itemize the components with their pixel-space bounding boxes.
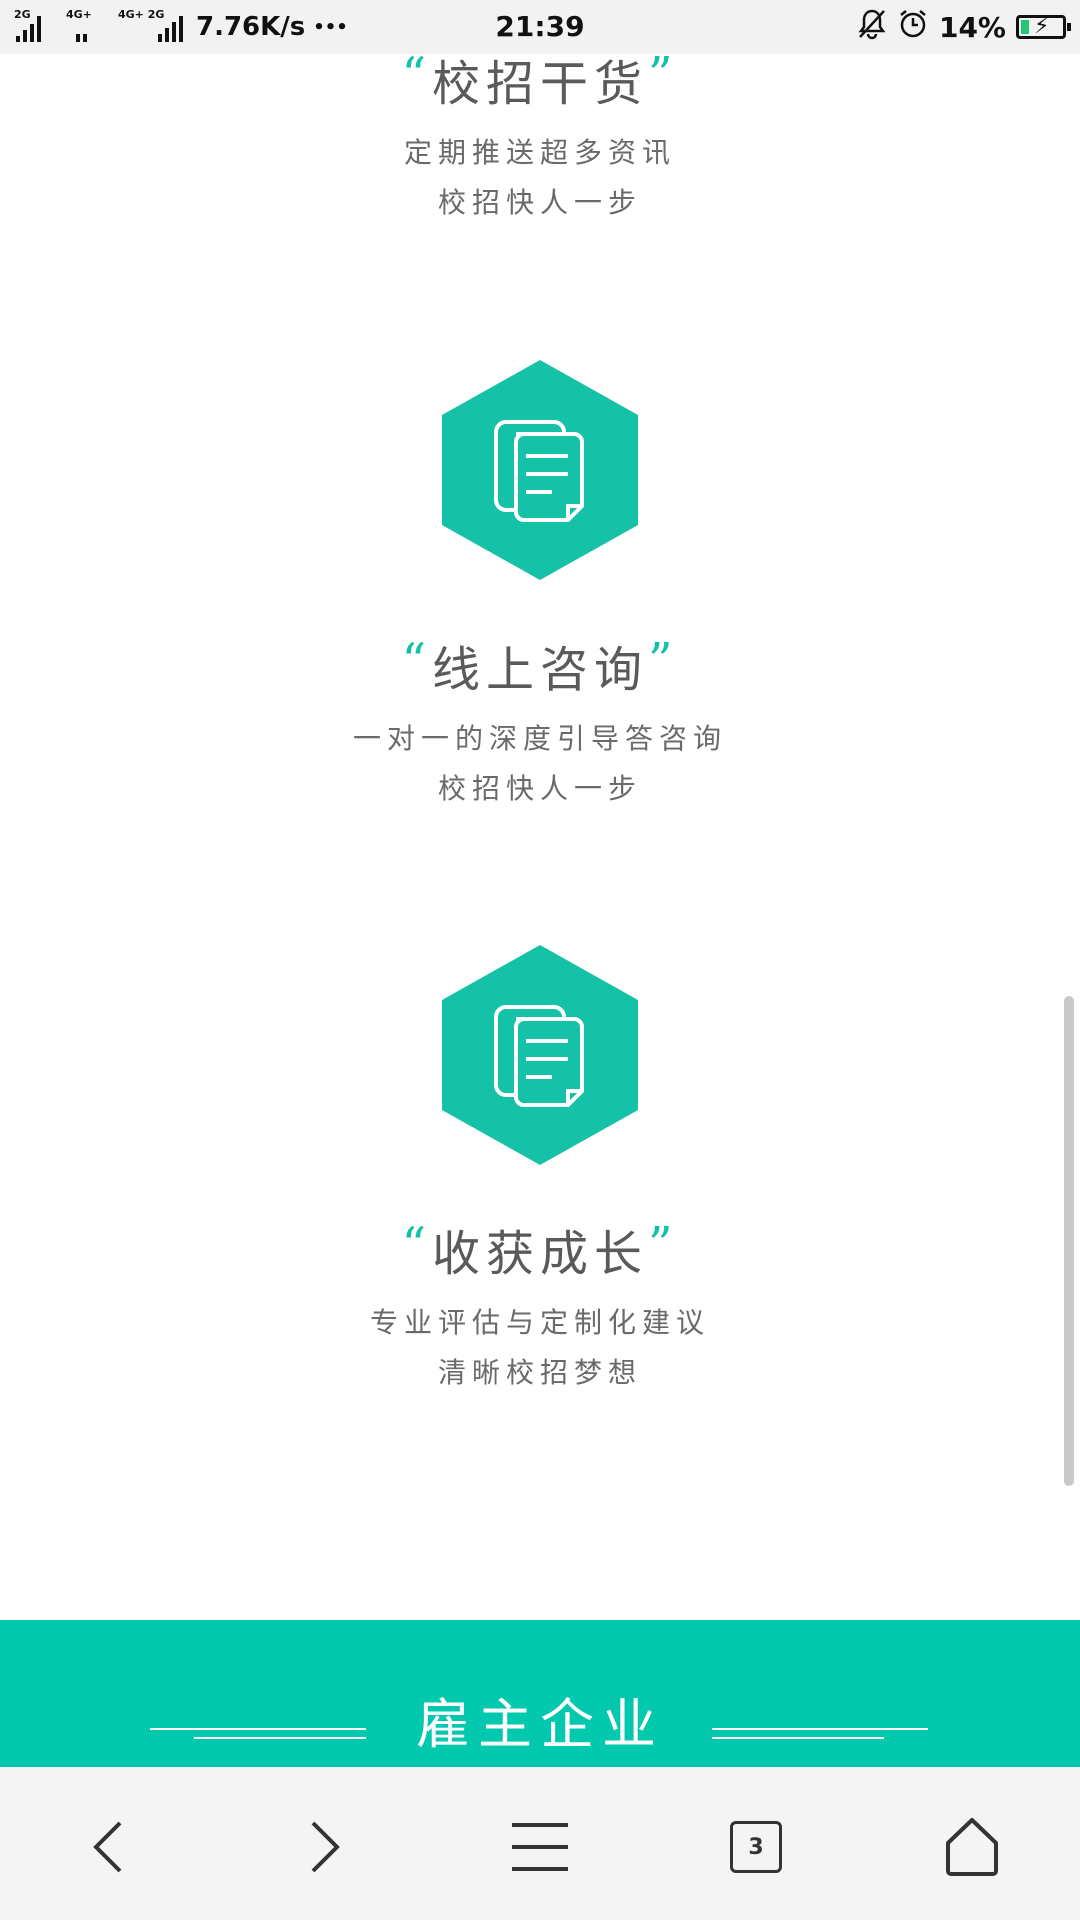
menu-icon — [512, 1823, 568, 1871]
feature-desc-line: 校招快人一步 — [437, 186, 642, 219]
back-icon — [93, 1821, 122, 1873]
open-quote: “ — [401, 633, 432, 689]
feature-item: “校招干货” 定期推送超多资讯 校招快人一步 — [0, 51, 1080, 228]
section-heading: 雇主企业 — [416, 1693, 664, 1756]
home-button[interactable] — [922, 1797, 1022, 1897]
close-quote: ” — [648, 633, 679, 689]
feature-title: “线上咨询” — [0, 637, 1080, 702]
employer-section: 雇主企业 — [0, 1620, 1080, 1767]
tabs-button[interactable]: 3 — [706, 1797, 806, 1897]
browser-nav-bar: 3 — [0, 1767, 1080, 1920]
document-copy-icon — [440, 360, 640, 580]
feature-title-text: 校招干货 — [431, 56, 648, 112]
feature-desc-line: 一对一的深度引导答咨询 — [352, 722, 727, 755]
page-scrollbar[interactable] — [1064, 996, 1074, 1486]
status-bar: 2G 4G+ 4G+ 2G 7.76K/s ••• 21:39 14% ⚡ — [0, 0, 1080, 54]
tabs-icon: 3 — [730, 1821, 782, 1873]
alarm-icon — [897, 8, 929, 47]
feature-item: “收获成长” 专业评估与定制化建议 清晰校招梦想 — [0, 1221, 1080, 1398]
home-icon — [946, 1818, 998, 1876]
bell-off-icon — [857, 8, 887, 47]
close-quote: ” — [648, 47, 679, 103]
feature-desc-line: 清晰校招梦想 — [437, 1356, 642, 1389]
feature-item: “线上咨询” 一对一的深度引导答咨询 校招快人一步 — [0, 637, 1080, 814]
battery-percent: 14% — [938, 10, 1006, 44]
status-right: 14% ⚡ — [857, 6, 1071, 48]
open-quote: “ — [401, 1217, 432, 1273]
close-quote: ” — [648, 1217, 679, 1273]
feature-title-text: 收获成长 — [431, 1226, 648, 1282]
feature-title-text: 线上咨询 — [431, 642, 648, 698]
document-copy-icon — [440, 945, 640, 1165]
battery-charging-icon: ⚡ — [1016, 14, 1071, 39]
feature-title: “收获成长” — [0, 1221, 1080, 1286]
feature-desc-line: 校招快人一步 — [437, 772, 642, 805]
feature-desc-line: 专业评估与定制化建议 — [369, 1306, 710, 1339]
feature-title: “校招干货” — [0, 51, 1080, 116]
feature-desc-line: 定期推送超多资讯 — [403, 136, 676, 169]
menu-button[interactable] — [490, 1797, 590, 1897]
back-button[interactable] — [58, 1797, 158, 1897]
forward-icon — [311, 1821, 340, 1873]
open-quote: “ — [401, 47, 432, 103]
forward-button[interactable] — [275, 1797, 375, 1897]
